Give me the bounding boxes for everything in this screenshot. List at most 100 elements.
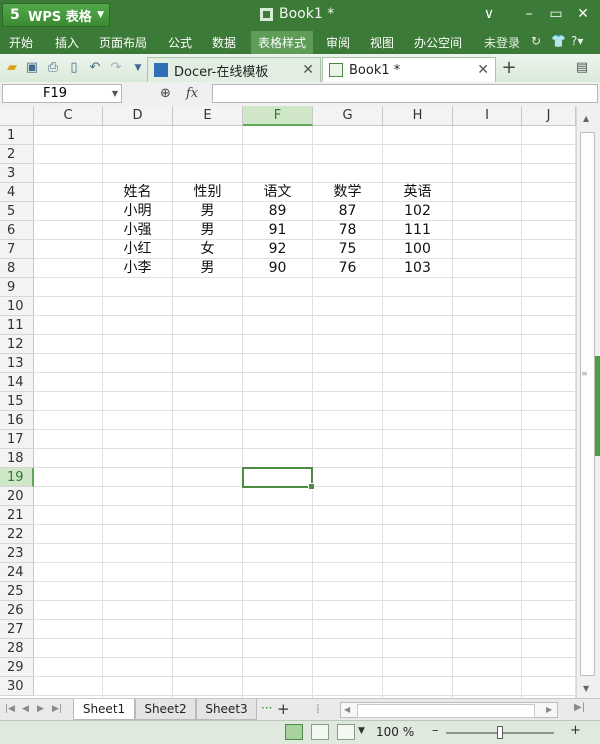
row-header-14[interactable]: 14 xyxy=(0,373,34,392)
horizontal-scroll-thumb[interactable] xyxy=(357,704,535,718)
table-header-cell[interactable]: 姓名 xyxy=(103,183,172,202)
zoom-level[interactable]: 100 % xyxy=(376,725,414,739)
row-header-30[interactable]: 30 xyxy=(0,677,34,696)
column-header-f[interactable]: F xyxy=(243,106,313,126)
close-icon[interactable]: ✕ xyxy=(302,62,314,78)
toolbar-dropdown-icon[interactable]: ▼ xyxy=(130,60,146,76)
menu-office-space[interactable]: 办公空间 xyxy=(414,34,462,51)
table-header-cell[interactable]: 英语 xyxy=(383,183,452,202)
table-data-cell[interactable]: 111 xyxy=(383,221,452,240)
vertical-scroll-thumb[interactable] xyxy=(580,132,595,676)
table-header-cell[interactable]: 语文 xyxy=(243,183,312,202)
scroll-up-icon[interactable]: ▲ xyxy=(583,114,589,123)
row-header-4[interactable]: 4 xyxy=(0,183,34,202)
row-header-25[interactable]: 25 xyxy=(0,582,34,601)
row-header-21[interactable]: 21 xyxy=(0,506,34,525)
column-header-g[interactable]: G xyxy=(313,106,383,126)
row-header-17[interactable]: 17 xyxy=(0,430,34,449)
tab-docer-templates[interactable]: Docer-在线模板 ✕ xyxy=(147,57,321,82)
row-header-10[interactable]: 10 xyxy=(0,297,34,316)
row-header-28[interactable]: 28 xyxy=(0,639,34,658)
menu-view[interactable]: 视图 xyxy=(370,34,394,51)
tab-book1[interactable]: Book1 * ✕ xyxy=(322,57,496,82)
close-button[interactable]: ✕ xyxy=(572,4,594,24)
zoom-lookup-icon[interactable]: ⊕ xyxy=(160,86,171,101)
menu-review[interactable]: 审阅 xyxy=(326,34,350,51)
row-header-12[interactable]: 12 xyxy=(0,335,34,354)
undo-icon[interactable]: ↶ xyxy=(87,60,103,76)
tab-list-icon[interactable]: ▤ xyxy=(574,60,590,76)
table-data-cell[interactable]: 小明 xyxy=(103,202,172,221)
scroll-right-end-icon[interactable]: ▶| xyxy=(574,702,585,713)
table-data-cell[interactable]: 87 xyxy=(313,202,382,221)
zoom-in-icon[interactable]: + xyxy=(570,723,581,738)
insert-function-icon[interactable]: fx xyxy=(186,86,198,101)
view-dropdown-icon[interactable]: ▼ xyxy=(358,726,365,736)
sheet-tab-sheet1[interactable]: Sheet1 xyxy=(73,699,135,720)
row-header-22[interactable]: 22 xyxy=(0,525,34,544)
print-preview-icon[interactable]: ▯ xyxy=(66,60,82,76)
menu-page-layout[interactable]: 页面布局 xyxy=(99,34,147,51)
column-header-j[interactable]: J xyxy=(522,106,576,126)
table-data-cell[interactable]: 102 xyxy=(383,202,452,221)
menu-home[interactable]: 开始 xyxy=(9,34,33,51)
row-header-1[interactable]: 1 xyxy=(0,126,34,145)
name-box[interactable]: F19 ▼ xyxy=(2,84,122,103)
side-panel-handle[interactable] xyxy=(595,356,600,456)
formula-input[interactable] xyxy=(212,84,598,103)
row-header-11[interactable]: 11 xyxy=(0,316,34,335)
wps-app-menu-button[interactable]: 5 WPS 表格 ▼ xyxy=(2,3,110,27)
minimize-button[interactable]: – xyxy=(518,4,540,24)
print-icon[interactable]: ⎙ xyxy=(45,60,61,76)
row-header-29[interactable]: 29 xyxy=(0,658,34,677)
row-header-26[interactable]: 26 xyxy=(0,601,34,620)
row-header-15[interactable]: 15 xyxy=(0,392,34,411)
table-data-cell[interactable]: 75 xyxy=(313,240,382,259)
row-header-27[interactable]: 27 xyxy=(0,620,34,639)
zoom-out-icon[interactable]: – xyxy=(432,723,439,738)
ribbon-collapse-button[interactable]: ∨ xyxy=(478,4,500,24)
table-data-cell[interactable]: 男 xyxy=(173,202,242,221)
row-header-8[interactable]: 8 xyxy=(0,259,34,278)
row-header-2[interactable]: 2 xyxy=(0,145,34,164)
skin-shirt-icon[interactable]: 👕 xyxy=(551,34,566,48)
normal-view-icon[interactable] xyxy=(285,724,303,740)
table-data-cell[interactable]: 女 xyxy=(173,240,242,259)
selected-cell-outline[interactable] xyxy=(242,467,315,490)
row-header-23[interactable]: 23 xyxy=(0,544,34,563)
maximize-button[interactable]: ▭ xyxy=(545,4,567,24)
column-header-e[interactable]: E xyxy=(173,106,243,126)
table-data-cell[interactable]: 100 xyxy=(383,240,452,259)
table-data-cell[interactable]: 90 xyxy=(243,259,312,278)
row-header-3[interactable]: 3 xyxy=(0,164,34,183)
first-sheet-icon[interactable]: |◀ xyxy=(5,704,15,714)
chevron-down-icon[interactable]: ▼ xyxy=(112,85,118,102)
next-sheet-icon[interactable]: ▶ xyxy=(37,704,44,714)
scroll-down-icon[interactable]: ▼ xyxy=(583,684,589,693)
row-header-9[interactable]: 9 xyxy=(0,278,34,297)
menu-table-style[interactable]: 表格样式 xyxy=(251,31,314,54)
last-sheet-icon[interactable]: ▶| xyxy=(52,704,62,714)
row-header-18[interactable]: 18 xyxy=(0,449,34,468)
table-data-cell[interactable]: 小强 xyxy=(103,221,172,240)
row-header-19[interactable]: 19 xyxy=(0,468,34,487)
table-data-cell[interactable]: 小李 xyxy=(103,259,172,278)
row-header-7[interactable]: 7 xyxy=(0,240,34,259)
table-data-cell[interactable]: 89 xyxy=(243,202,312,221)
row-header-16[interactable]: 16 xyxy=(0,411,34,430)
scroll-right-icon[interactable]: ▶ xyxy=(546,705,552,714)
select-all-corner[interactable] xyxy=(0,106,34,126)
row-header-13[interactable]: 13 xyxy=(0,354,34,373)
refresh-icon[interactable]: ↻ xyxy=(531,34,541,48)
menu-data[interactable]: 数据 xyxy=(212,34,236,51)
row-header-5[interactable]: 5 xyxy=(0,202,34,221)
menu-insert[interactable]: 插入 xyxy=(55,34,79,51)
table-header-cell[interactable]: 数学 xyxy=(313,183,382,202)
save-icon[interactable]: ▣ xyxy=(24,60,40,76)
open-folder-icon[interactable]: ▰ xyxy=(4,60,20,76)
fill-handle[interactable] xyxy=(308,483,315,490)
row-header-20[interactable]: 20 xyxy=(0,487,34,506)
full-screen-view-icon[interactable] xyxy=(337,724,355,740)
table-data-cell[interactable]: 男 xyxy=(173,221,242,240)
menu-formulas[interactable]: 公式 xyxy=(168,34,192,51)
